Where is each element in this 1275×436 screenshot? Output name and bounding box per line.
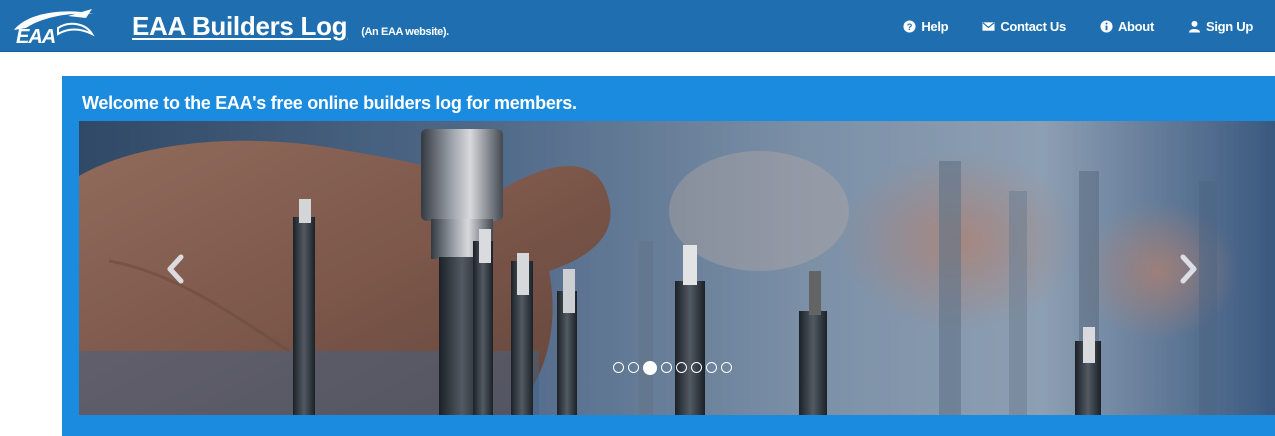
carousel-prev-button[interactable] [161, 251, 191, 287]
carousel-indicators [613, 360, 732, 375]
nav-contact-label: Contact Us [1000, 18, 1066, 34]
carousel-indicator-dot[interactable] [706, 362, 717, 373]
svg-text:?: ? [907, 21, 913, 31]
user-icon [1188, 20, 1201, 33]
image-carousel[interactable] [79, 121, 1275, 415]
carousel-indicator-dot[interactable] [628, 362, 639, 373]
chevron-left-icon [167, 254, 184, 284]
top-navbar: EAA EAA Builders Log (An EAA website). ?… [0, 0, 1275, 52]
welcome-panel: Welcome to the EAA's free online builder… [62, 76, 1275, 436]
nav-help-link[interactable]: ? Help [903, 18, 949, 34]
nav-signup-label: Sign Up [1205, 18, 1253, 34]
nav-about-link[interactable]: About [1100, 19, 1154, 34]
carousel-indicator-dot[interactable] [676, 362, 687, 373]
info-circle-icon [1100, 19, 1113, 33]
site-subtitle: (An EAA website). [361, 26, 449, 38]
nav-links: ? Help Contact Us About Sign Up [869, 0, 1253, 52]
nav-help-label: Help [921, 18, 949, 34]
logo-text: EAA [16, 26, 55, 46]
welcome-heading: Welcome to the EAA's free online builder… [82, 93, 577, 113]
eaa-logo[interactable]: EAA [8, 6, 100, 46]
carousel-next-button[interactable] [1173, 251, 1203, 287]
nav-about-label: About [1117, 18, 1154, 34]
chevron-right-icon [1180, 254, 1197, 284]
carousel-indicator-dot[interactable] [691, 362, 702, 373]
carousel-indicator-dot[interactable] [721, 362, 732, 373]
envelope-icon [982, 21, 995, 31]
nav-contact-link[interactable]: Contact Us [982, 19, 1066, 34]
carousel-indicator-dot[interactable] [643, 360, 657, 375]
brand: EAA Builders Log (An EAA website). [132, 11, 449, 42]
site-title-link[interactable]: EAA Builders Log [132, 11, 348, 42]
nav-signup-link[interactable]: Sign Up [1188, 19, 1253, 34]
carousel-indicator-dot[interactable] [661, 362, 672, 373]
carousel-indicator-dot[interactable] [613, 362, 624, 373]
question-circle-icon: ? [903, 19, 916, 33]
